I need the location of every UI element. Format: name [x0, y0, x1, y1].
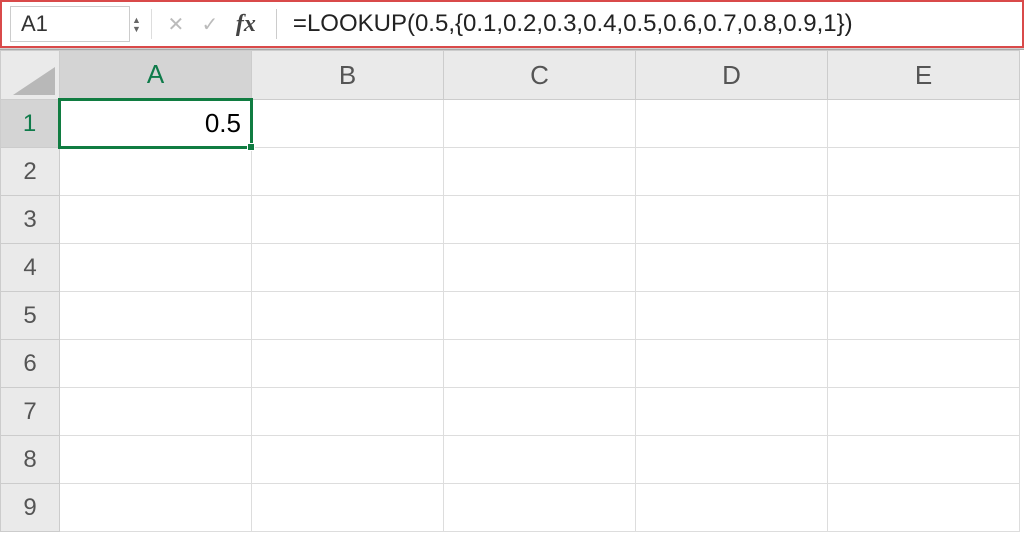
divider [276, 9, 277, 39]
cell-d2[interactable] [636, 148, 828, 196]
cell-a3[interactable] [60, 196, 252, 244]
fx-label[interactable]: fx [230, 11, 262, 38]
cell-b1[interactable] [252, 100, 444, 148]
cell-b3[interactable] [252, 196, 444, 244]
cell-b7[interactable] [252, 388, 444, 436]
cell-b9[interactable] [252, 484, 444, 532]
cell-c7[interactable] [444, 388, 636, 436]
cell-d9[interactable] [636, 484, 828, 532]
cell-d8[interactable] [636, 436, 828, 484]
cell-c3[interactable] [444, 196, 636, 244]
select-all-corner[interactable] [0, 50, 60, 100]
cell-c6[interactable] [444, 340, 636, 388]
spinner-up-icon[interactable]: ▲ [132, 16, 141, 24]
cell-b4[interactable] [252, 244, 444, 292]
row-header-5[interactable]: 5 [0, 292, 60, 340]
cancel-button[interactable]: ✕ [162, 10, 190, 38]
divider [151, 9, 152, 39]
name-box-spinner[interactable]: ▲ ▼ [132, 16, 141, 33]
formula-input[interactable]: =LOOKUP(0.5,{0.1,0.2,0.3,0.4,0.5,0.6,0.7… [291, 8, 1014, 40]
cell-b8[interactable] [252, 436, 444, 484]
row-header-7[interactable]: 7 [0, 388, 60, 436]
cell-a2[interactable] [60, 148, 252, 196]
cell-d4[interactable] [636, 244, 828, 292]
cell-e2[interactable] [828, 148, 1020, 196]
cell-c8[interactable] [444, 436, 636, 484]
cell-a8[interactable] [60, 436, 252, 484]
cell-a7[interactable] [60, 388, 252, 436]
cell-e4[interactable] [828, 244, 1020, 292]
cell-a5[interactable] [60, 292, 252, 340]
cell-c4[interactable] [444, 244, 636, 292]
column-header-b[interactable]: B [252, 50, 444, 100]
row-header-2[interactable]: 2 [0, 148, 60, 196]
column-header-a[interactable]: A [60, 50, 252, 100]
row-header-1[interactable]: 1 [0, 100, 60, 148]
column-header-e[interactable]: E [828, 50, 1020, 100]
close-icon: ✕ [168, 12, 185, 37]
row-header-8[interactable]: 8 [0, 436, 60, 484]
fill-handle[interactable] [247, 143, 255, 151]
cell-c5[interactable] [444, 292, 636, 340]
row-header-9[interactable]: 9 [0, 484, 60, 532]
cell-b6[interactable] [252, 340, 444, 388]
name-box[interactable]: A1 [10, 6, 130, 42]
row-header-3[interactable]: 3 [0, 196, 60, 244]
spreadsheet-grid: A B C D E 1 0.5 2 3 4 5 6 7 8 [0, 50, 1024, 532]
cell-b5[interactable] [252, 292, 444, 340]
cell-e7[interactable] [828, 388, 1020, 436]
column-header-d[interactable]: D [636, 50, 828, 100]
cell-d7[interactable] [636, 388, 828, 436]
cell-c2[interactable] [444, 148, 636, 196]
row-header-6[interactable]: 6 [0, 340, 60, 388]
cell-e5[interactable] [828, 292, 1020, 340]
cell-d1[interactable] [636, 100, 828, 148]
cell-e9[interactable] [828, 484, 1020, 532]
cell-c9[interactable] [444, 484, 636, 532]
formula-bar: A1 ▲ ▼ ✕ ✓ fx =LOOKUP(0.5,{0.1,0.2,0.3,0… [0, 0, 1024, 48]
confirm-button[interactable]: ✓ [196, 10, 224, 38]
cell-d5[interactable] [636, 292, 828, 340]
cell-e3[interactable] [828, 196, 1020, 244]
cell-a6[interactable] [60, 340, 252, 388]
cell-d3[interactable] [636, 196, 828, 244]
cell-d6[interactable] [636, 340, 828, 388]
cell-e6[interactable] [828, 340, 1020, 388]
cell-a1[interactable]: 0.5 [60, 100, 252, 148]
row-header-4[interactable]: 4 [0, 244, 60, 292]
cell-b2[interactable] [252, 148, 444, 196]
cell-a9[interactable] [60, 484, 252, 532]
cell-e1[interactable] [828, 100, 1020, 148]
check-icon: ✓ [202, 12, 219, 37]
cell-a4[interactable] [60, 244, 252, 292]
spinner-down-icon[interactable]: ▼ [132, 25, 141, 33]
cell-value: 0.5 [205, 108, 241, 139]
cell-e8[interactable] [828, 436, 1020, 484]
column-header-c[interactable]: C [444, 50, 636, 100]
cell-c1[interactable] [444, 100, 636, 148]
